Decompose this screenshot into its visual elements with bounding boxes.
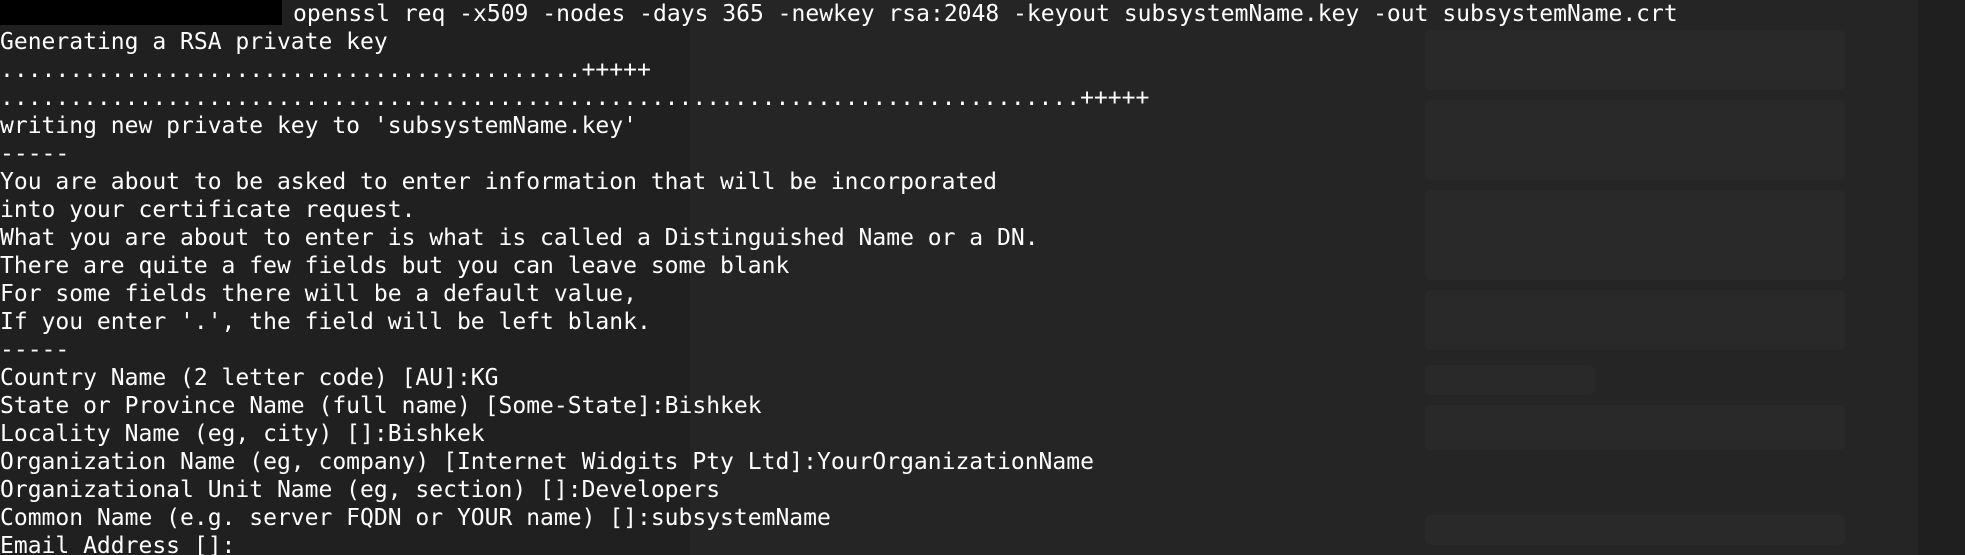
terminal-output-line: into your certificate request. — [0, 197, 416, 223]
terminal-output-line: Email Address []: — [0, 533, 236, 555]
terminal-output-line: You are about to be asked to enter infor… — [0, 169, 997, 195]
screen-edge-panel — [1918, 0, 1965, 555]
terminal-output-line: There are quite a few fields but you can… — [0, 253, 790, 279]
command-row — [0, 0, 1149, 28]
terminal-output-line: Locality Name (eg, city) []:Bishkek — [0, 421, 485, 447]
terminal-output-line: ----- — [0, 141, 70, 167]
terminal-output-line: Organizational Unit Name (eg, section) [… — [0, 477, 721, 503]
terminal-window[interactable]: openssl req -x509 -nodes -days 365 -newk… — [0, 0, 1918, 555]
terminal-output-line: State or Province Name (full name) [Some… — [0, 393, 762, 419]
desktop-screen: openssl req -x509 -nodes -days 365 -newk… — [0, 0, 1965, 555]
terminal-output-line: ........................................… — [0, 57, 651, 83]
terminal-output-line: ........................................… — [0, 85, 1150, 111]
terminal-output: Generating a RSA private key............… — [0, 0, 1149, 555]
terminal-output-line: Common Name (e.g. server FQDN or YOUR na… — [0, 505, 831, 531]
terminal-output-line: What you are about to enter is what is c… — [0, 225, 1039, 251]
terminal-output-line: For some fields there will be a default … — [0, 281, 637, 307]
terminal-output-line: Country Name (2 letter code) [AU]:KG — [0, 365, 499, 391]
terminal-output-line: ----- — [0, 337, 70, 363]
terminal-output-line: If you enter '.', the field will be left… — [0, 309, 651, 335]
terminal-output-line: writing new private key to 'subsystemNam… — [0, 113, 637, 139]
terminal-output-line: Organization Name (eg, company) [Interne… — [0, 449, 1094, 475]
terminal-output-line: Generating a RSA private key — [0, 29, 388, 55]
